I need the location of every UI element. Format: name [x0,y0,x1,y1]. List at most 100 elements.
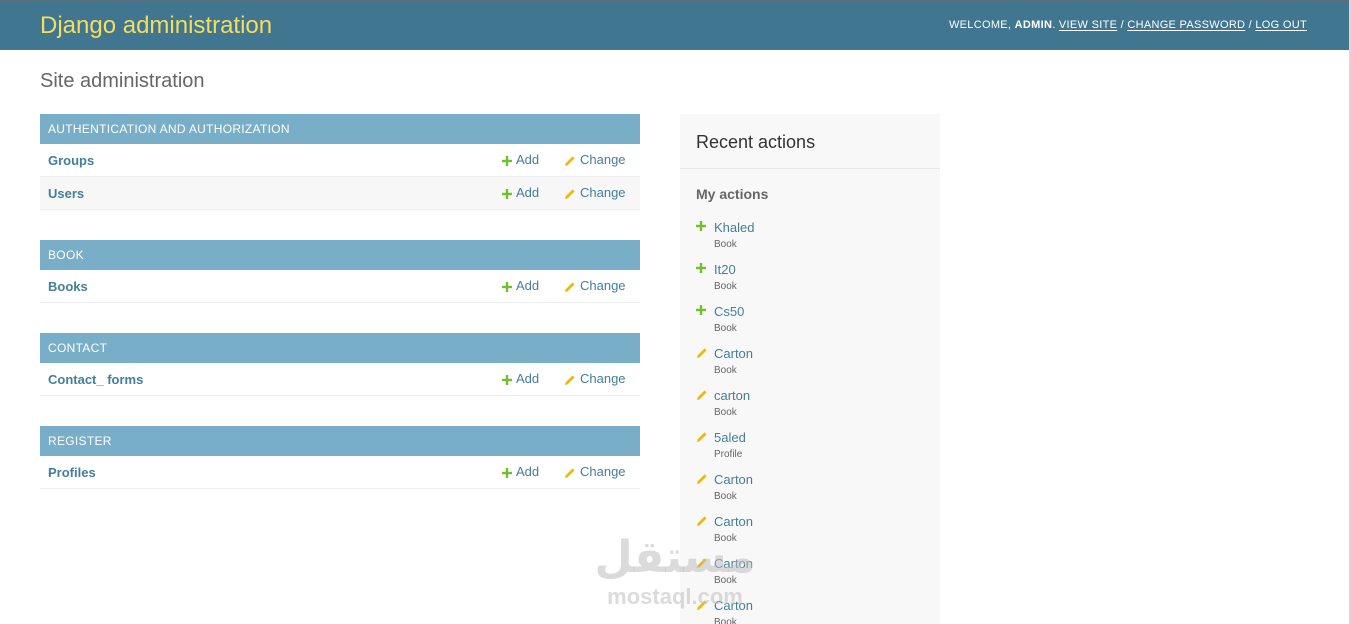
model-link-books[interactable]: Books [48,279,88,294]
pencil-icon [697,432,707,442]
plus-icon [696,263,706,273]
model-row-books: Books Add Change [40,270,640,303]
module-caption[interactable]: CONTACT [40,333,640,363]
recent-action-item: It20 Book [696,260,926,300]
recent-action-item: 5aled Profile [696,428,926,468]
recent-action-link[interactable]: carton [714,388,750,403]
change-groups-button[interactable]: Change [564,152,626,167]
change-profiles-button[interactable]: Change [564,464,626,479]
recent-action-link[interactable]: 5aled [714,430,746,445]
add-label: Add [516,278,540,293]
recent-action-type: Book [714,323,737,334]
change-label: Change [580,371,626,386]
pencil-icon [565,188,575,199]
model-row-contact-forms: Contact_ forms Add Change [40,363,640,396]
recent-action-item: Cs50 Book [696,302,926,342]
pencil-icon [565,155,575,166]
module-caption[interactable]: BOOK [40,240,640,270]
recent-action-item: Carton Book [696,470,926,510]
plus-icon [502,374,512,385]
module-caption[interactable]: AUTHENTICATION AND AUTHORIZATION [40,114,640,144]
recent-action-link[interactable]: Cs50 [714,304,744,319]
model-link-contact-forms[interactable]: Contact_ forms [48,372,143,387]
module-book: BOOK Books Add Change [40,240,640,303]
add-profiles-button[interactable]: Add [502,464,539,479]
my-actions-title: My actions [696,186,769,202]
plus-icon [696,221,706,231]
module-caption[interactable]: REGISTER [40,426,640,456]
divider [680,168,940,169]
change-users-button[interactable]: Change [564,185,626,200]
plus-icon [502,281,512,292]
recent-action-item: Khaled Book [696,218,926,258]
change-books-button[interactable]: Change [564,278,626,293]
pencil-icon [697,348,707,358]
plus-icon [502,188,512,199]
recent-action-link[interactable]: Carton [714,346,753,361]
separator: / [1120,19,1124,31]
log-out-link[interactable]: LOG OUT [1255,19,1307,31]
change-password-link[interactable]: CHANGE PASSWORD [1127,19,1245,31]
recent-action-type: Book [714,491,737,502]
recent-action-type: Profile [714,449,743,460]
model-link-profiles[interactable]: Profiles [48,465,96,480]
site-brand[interactable]: Django administration [40,12,272,40]
recent-action-type: Book [714,533,737,544]
pencil-icon [565,374,575,385]
change-label: Change [580,185,626,200]
recent-action-type: Book [714,407,737,418]
change-contact-forms-button[interactable]: Change [564,371,626,386]
recent-action-type: Book [714,239,737,250]
add-label: Add [516,152,540,167]
pencil-icon [697,516,707,526]
recent-actions-title: Recent actions [696,132,816,152]
view-site-link[interactable]: VIEW SITE [1059,19,1117,31]
page-title: Site administration [40,70,205,92]
change-label: Change [580,152,626,167]
recent-action-item: carton Book [696,386,926,426]
module-auth: AUTHENTICATION AND AUTHORIZATION Groups … [40,114,640,210]
recent-action-type: Book [714,365,737,376]
model-link-users[interactable]: Users [48,186,84,201]
plus-icon [696,305,706,315]
change-label: Change [580,278,626,293]
model-link-groups[interactable]: Groups [48,153,94,168]
pencil-icon [697,474,707,484]
add-users-button[interactable]: Add [502,185,539,200]
model-row-profiles: Profiles Add Change [40,456,640,489]
add-books-button[interactable]: Add [502,278,539,293]
add-label: Add [516,464,540,479]
separator: / [1248,19,1253,31]
recent-action-link[interactable]: Carton [714,556,753,571]
pencil-icon [697,600,707,610]
add-contact-forms-button[interactable]: Add [502,371,539,386]
add-label: Add [516,185,540,200]
change-label: Change [580,464,626,479]
recent-action-type: Book [714,575,737,586]
recent-action-link[interactable]: Carton [714,598,753,613]
user-tools: WELCOME, ADMIN. VIEW SITE / CHANGE PASSW… [948,19,1307,31]
module-register: REGISTER Profiles Add Change [40,426,640,489]
module-contact: CONTACT Contact_ forms Add Change [40,333,640,396]
recent-action-item: Carton Book [696,512,926,552]
recent-action-item: Carton Book [696,344,926,384]
model-row-users: Users Add Change [40,177,640,210]
recent-action-type: Book [714,281,737,292]
add-label: Add [516,371,540,386]
welcome-text: WELCOME, [948,19,1012,31]
recent-action-link[interactable]: Carton [714,514,753,529]
model-row-groups: Groups Add Change [40,144,640,177]
plus-icon [502,155,512,166]
recent-action-item: Carton Book [696,554,926,594]
pencil-icon [565,467,575,478]
recent-action-link[interactable]: Carton [714,472,753,487]
pencil-icon [697,390,707,400]
pencil-icon [565,281,575,292]
username: ADMIN [1014,19,1053,31]
pencil-icon [697,558,707,568]
plus-icon [502,467,512,478]
header: Django administration WELCOME, ADMIN. VI… [0,0,1349,50]
recent-action-link[interactable]: It20 [714,262,736,277]
add-groups-button[interactable]: Add [502,152,539,167]
recent-action-link[interactable]: Khaled [714,220,754,235]
